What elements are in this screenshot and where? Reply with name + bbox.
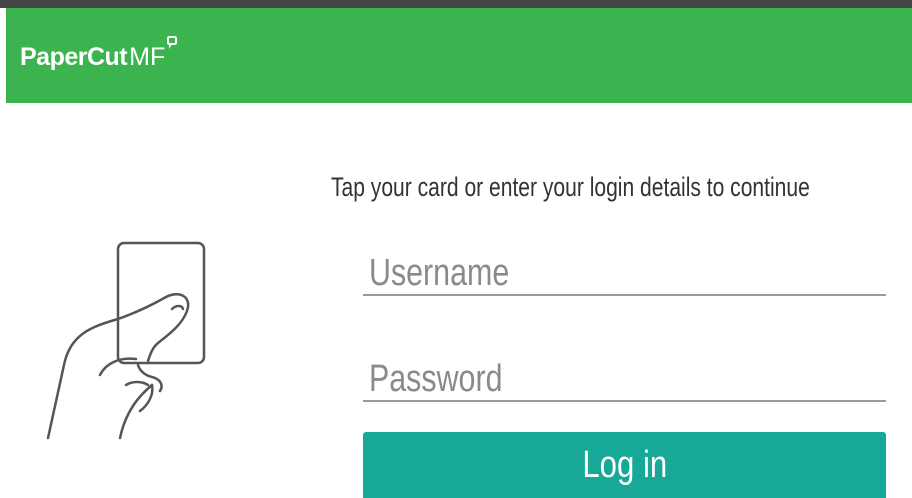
logo-suffix-text: MF [129,43,166,71]
username-input[interactable] [363,252,886,296]
top-border [0,0,912,8]
password-input[interactable] [363,358,886,402]
papercut-logo: PaperCut MF [20,36,178,72]
logo-main-text: PaperCut [20,43,128,71]
password-field-container: Password [363,358,886,402]
hand-holding-card-icon [46,241,206,440]
login-screen: PaperCut MF Tap your card or enter your … [0,0,912,498]
username-field-container: Username [363,252,886,296]
login-prompt: Tap your card or enter your login detail… [331,172,810,202]
logo-mark-icon [167,36,178,49]
login-button[interactable]: Log in [363,432,886,498]
login-button-label: Log in [582,443,667,486]
